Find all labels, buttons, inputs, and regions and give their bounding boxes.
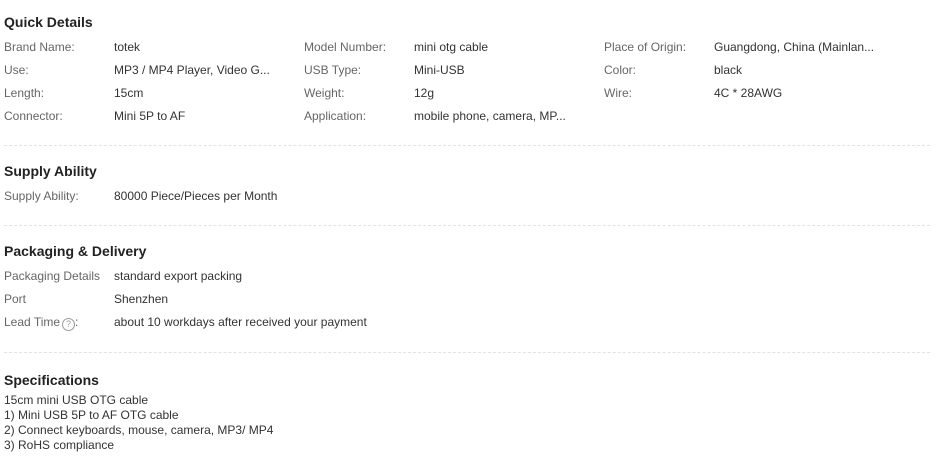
application-label: Application:	[304, 109, 367, 123]
model-number-value: mini otg cable	[414, 40, 489, 54]
lead-time-text: Lead Time	[4, 315, 61, 329]
supply-ability-title: Supply Ability	[4, 163, 97, 179]
wire-value: 4C * 28AWG	[714, 86, 783, 100]
section-divider	[4, 225, 930, 226]
quick-details-grid: Brand Name: totek Model Number: mini otg…	[4, 40, 930, 132]
product-detail-page: Quick Details Brand Name: totek Model Nu…	[0, 0, 942, 463]
details-row: Use: MP3 / MP4 Player, Video G... USB Ty…	[4, 63, 930, 86]
section-divider	[4, 145, 930, 146]
port-label: Port	[4, 292, 27, 306]
weight-label: Weight:	[304, 86, 345, 100]
supply-ability-label: Supply Ability:	[4, 189, 79, 203]
spec-line: 3) RoHS compliance	[4, 438, 115, 452]
usb-type-value: Mini-USB	[414, 63, 465, 77]
supply-ability-value: 80000 Piece/Pieces per Month	[114, 189, 278, 203]
packaging-grid: Packaging Details standard export packin…	[4, 269, 930, 338]
spec-line: 2) Connect keyboards, mouse, camera, MP3…	[4, 423, 274, 437]
spec-line: 1) Mini USB 5P to AF OTG cable	[4, 408, 179, 422]
use-label: Use:	[4, 63, 29, 77]
spec-line: 15cm mini USB OTG cable	[4, 393, 149, 407]
connector-value: Mini 5P to AF	[114, 109, 186, 123]
packaging-delivery-section: Packaging & Delivery Packaging Details s…	[4, 242, 930, 338]
color-value: black	[714, 63, 743, 77]
brand-name-label: Brand Name:	[4, 40, 75, 54]
lead-time-label: Lead Time?:	[4, 315, 78, 331]
supply-grid: Supply Ability: 80000 Piece/Pieces per M…	[4, 189, 930, 212]
lead-time-value: about 10 workdays after received your pa…	[114, 315, 367, 329]
section-divider	[4, 352, 930, 353]
specifications-body: 15cm mini USB OTG cable 1) Mini USB 5P t…	[4, 393, 930, 453]
connector-label: Connector:	[4, 109, 63, 123]
model-number-label: Model Number:	[304, 40, 387, 54]
brand-name-value: totek	[114, 40, 141, 54]
supply-ability-section: Supply Ability Supply Ability: 80000 Pie…	[4, 162, 930, 212]
length-label: Length:	[4, 86, 45, 100]
quick-details-section: Quick Details Brand Name: totek Model Nu…	[4, 13, 930, 132]
application-value: mobile phone, camera, MP...	[414, 109, 566, 123]
details-row: Brand Name: totek Model Number: mini otg…	[4, 40, 930, 63]
lead-time-colon: :	[75, 315, 79, 329]
specifications-section: Specifications 15cm mini USB OTG cable 1…	[4, 371, 930, 453]
packaging-delivery-title: Packaging & Delivery	[4, 243, 147, 259]
help-icon[interactable]: ?	[62, 318, 76, 331]
packaging-details-value: standard export packing	[114, 269, 243, 283]
details-row: Supply Ability: 80000 Piece/Pieces per M…	[4, 189, 930, 212]
usb-type-label: USB Type:	[304, 63, 362, 77]
quick-details-title: Quick Details	[4, 14, 93, 30]
details-row: Connector: Mini 5P to AF Application: mo…	[4, 109, 930, 132]
details-row: Port Shenzhen	[4, 292, 930, 315]
place-of-origin-value: Guangdong, China (Mainlan...	[714, 40, 875, 54]
place-of-origin-label: Place of Origin:	[604, 40, 687, 54]
specifications-title: Specifications	[4, 372, 99, 388]
details-row: Length: 15cm Weight: 12g Wire: 4C * 28AW…	[4, 86, 930, 109]
length-value: 15cm	[114, 86, 144, 100]
packaging-details-label: Packaging Details	[4, 269, 101, 283]
details-row: Packaging Details standard export packin…	[4, 269, 930, 292]
use-value: MP3 / MP4 Player, Video G...	[114, 63, 270, 77]
port-value: Shenzhen	[114, 292, 169, 306]
weight-value: 12g	[414, 86, 435, 100]
wire-label: Wire:	[604, 86, 632, 100]
color-label: Color:	[604, 63, 637, 77]
details-row: Lead Time?: about 10 workdays after rece…	[4, 315, 930, 338]
